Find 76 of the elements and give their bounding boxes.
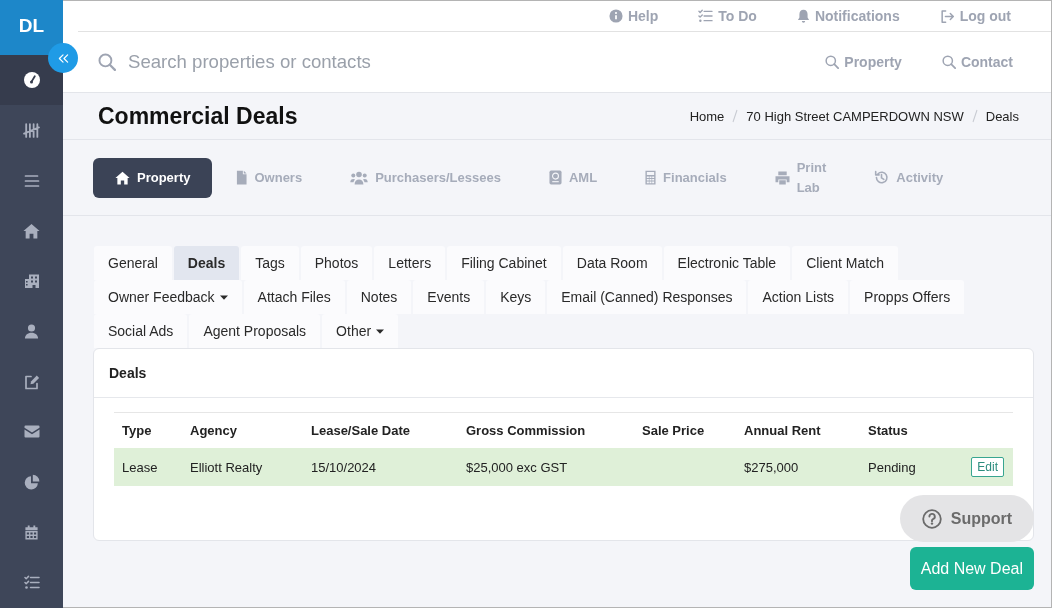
sub-tab[interactable]: Deals <box>173 246 240 280</box>
envelope-icon <box>23 425 40 439</box>
sub-tab[interactable]: Action Lists <box>748 280 849 314</box>
table-cell-text: $275,000 <box>743 459 800 475</box>
caret-icon <box>219 294 228 300</box>
sub-tab[interactable]: Letters <box>374 246 446 280</box>
slash-icon <box>732 109 739 123</box>
sub-tab[interactable]: Social Ads <box>94 314 188 348</box>
calculator-icon <box>645 170 657 185</box>
double-chevron-left-icon <box>56 52 70 64</box>
calendar-icon <box>24 525 39 540</box>
edit-icon <box>23 373 40 390</box>
column-header: Status <box>867 423 909 438</box>
checklist-icon <box>698 9 714 23</box>
bell-icon <box>796 8 810 24</box>
slash-icon <box>971 109 978 123</box>
edit-button[interactable]: Edit <box>971 457 1004 477</box>
sub-tab[interactable]: Email (Canned) Responses <box>547 280 747 314</box>
sub-tab[interactable]: Client Match <box>792 246 898 280</box>
logout-icon <box>939 8 955 24</box>
sub-tab[interactable]: General <box>94 246 172 280</box>
logo: DL <box>0 0 63 55</box>
column-header: Agency <box>189 423 238 438</box>
column-header: Type <box>121 423 153 438</box>
sub-tab[interactable]: Filing Cabinet <box>447 246 561 280</box>
table-cell-text: Lease <box>121 459 159 475</box>
column-header: Annual Rent <box>743 423 822 438</box>
breadcrumb-link[interactable]: Home <box>689 108 725 124</box>
table-cell-text: 15/10/2024 <box>310 459 378 475</box>
sub-tab[interactable]: Photos <box>300 246 373 280</box>
search-icon <box>825 55 840 69</box>
sub-tab[interactable]: Agent Proposals <box>189 314 321 348</box>
sub-tab[interactable]: Other <box>322 314 399 348</box>
page-title: Commercial Deals <box>98 102 298 130</box>
gauge-icon <box>23 72 40 89</box>
user-icon <box>24 323 39 339</box>
caret-icon <box>376 328 385 334</box>
sub-tab[interactable]: Events <box>413 280 485 314</box>
search-icon <box>98 53 116 71</box>
search-icon <box>941 55 956 69</box>
sub-tab[interactable]: Data Room <box>562 246 662 280</box>
panel-title: Deals <box>109 365 147 381</box>
file-icon <box>236 170 248 185</box>
sidebar-item[interactable] <box>0 55 63 106</box>
breadcrumb-current: Deals <box>985 108 1019 124</box>
buildings-icon <box>23 273 40 290</box>
sub-tab[interactable]: Attach Files <box>243 280 345 314</box>
collapse-sidebar-button[interactable] <box>48 43 78 73</box>
sub-tab[interactable]: Keys <box>486 280 546 314</box>
sub-tab[interactable]: Notes <box>346 280 412 314</box>
sub-tab[interactable]: Owner Feedback <box>94 280 242 314</box>
bars-icon <box>23 173 40 188</box>
column-header: Sale Price <box>641 423 706 438</box>
table-cell-text: $25,000 exc GST <box>465 459 569 475</box>
home-icon <box>115 170 130 185</box>
home-icon <box>23 222 40 239</box>
sub-tab[interactable]: Propps Offers <box>850 280 965 314</box>
question-circle-icon <box>921 508 942 529</box>
search-field[interactable]: Search properties or contacts <box>128 49 468 75</box>
pie-chart-icon <box>23 474 40 491</box>
printer-icon <box>774 170 790 185</box>
support-button[interactable]: Support <box>900 495 1034 542</box>
sub-tab[interactable]: Tags <box>241 246 299 280</box>
main-tab[interactable]: Property <box>93 157 213 198</box>
table-cell-text: Pending <box>867 459 917 475</box>
passport-icon <box>548 170 562 185</box>
users-icon <box>350 170 369 185</box>
column-header: Lease/Sale Date <box>310 423 411 438</box>
breadcrumb-link[interactable]: 70 High Street CAMPERDOWN NSW <box>746 108 964 124</box>
history-icon <box>874 170 890 185</box>
column-header: Gross Commission <box>465 423 587 438</box>
table-cell-text: Elliott Realty <box>189 459 264 475</box>
checklist-icon <box>23 575 40 591</box>
info-icon <box>608 9 623 23</box>
sub-tab[interactable]: Electronic Table <box>663 246 791 280</box>
tally-icon <box>23 121 40 139</box>
